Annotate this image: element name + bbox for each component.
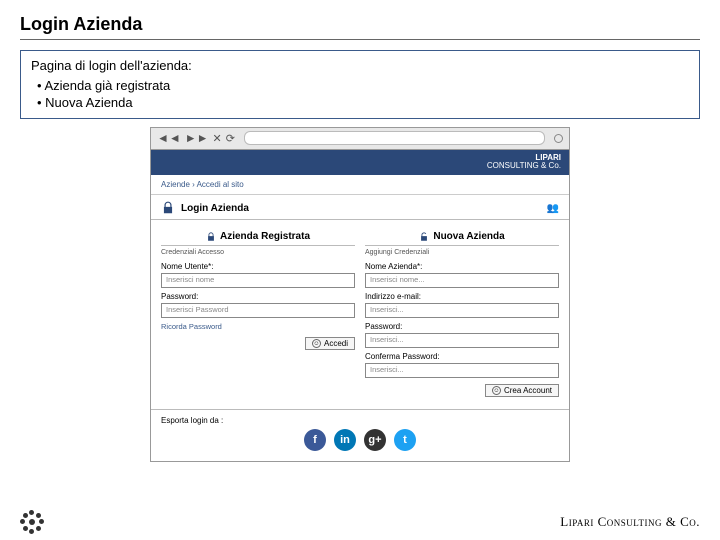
reload-icon[interactable]: ⟳ [226,132,235,145]
brand-tagline: CONSULTING & Co. [487,161,561,170]
password-input[interactable]: Inserisci Password [161,303,355,318]
login-title: Azienda Registrata [220,231,310,242]
new-password-label: Password: [365,322,559,331]
googleplus-icon[interactable]: g+ [364,429,386,451]
stop-icon[interactable]: ✕ [213,132,222,145]
create-account-button[interactable]: ☺Crea Account [485,384,559,397]
password-label: Password: [161,292,355,301]
social-label: Esporta login da : [161,416,559,425]
social-login-row: Esporta login da : f in g+ t [151,409,569,461]
users-icon: 👥 [547,203,559,214]
register-title: Nuova Azienda [433,231,504,242]
browser-mockup: ◄◄ ►► ✕ ⟳ LIPARI CONSULTING & Co. Aziend… [150,127,570,463]
footer-logo-icon [20,510,44,534]
description-item: Nuova Azienda [37,94,689,112]
footer-brand: Lipari Consulting & Co. [560,514,700,530]
new-password-input[interactable]: Inserisci... [365,333,559,348]
unlock-icon [419,232,429,242]
user-icon: ☺ [492,386,501,395]
register-subtitle: Aggiungi Credenziali [365,246,559,258]
username-input[interactable]: Inserisci nome [161,273,355,288]
user-icon: ☺ [312,339,321,348]
breadcrumb-root[interactable]: Aziende [161,180,190,189]
confirm-password-input[interactable]: Inserisci... [365,363,559,378]
register-form: Nuova Azienda Aggiungi Credenziali Nome … [365,228,559,397]
browser-status-icon [554,134,563,143]
section-header: Login Azienda 👥 [151,195,569,220]
company-name-label: Nome Azienda*: [365,262,559,271]
facebook-icon[interactable]: f [304,429,326,451]
login-subtitle: Credenziali Accesso [161,246,355,258]
browser-toolbar: ◄◄ ►► ✕ ⟳ [151,128,569,150]
slide-footer: Lipari Consulting & Co. [0,510,720,534]
twitter-icon[interactable]: t [394,429,416,451]
email-input[interactable]: Inserisci... [365,303,559,318]
login-form: Azienda Registrata Credenziali Accesso N… [161,228,355,397]
description-lead: Pagina di login dell'azienda: [31,57,689,75]
confirm-password-label: Conferma Password: [365,352,559,361]
url-bar[interactable] [244,131,545,145]
description-box: Pagina di login dell'azienda: Azienda gi… [20,50,700,119]
back-icon[interactable]: ◄◄ [157,131,181,145]
forgot-password-link[interactable]: Ricorda Password [161,322,355,331]
site-brand-bar: LIPARI CONSULTING & Co. [151,150,569,176]
breadcrumb-current: Accedi al sito [197,180,244,189]
email-label: Indirizzo e-mail: [365,292,559,301]
section-title: Login Azienda [181,203,249,214]
lock-icon [161,201,175,215]
forward-icon[interactable]: ►► [185,131,209,145]
username-label: Nome Utente*: [161,262,355,271]
description-item: Azienda già registrata [37,77,689,95]
lock-icon [206,232,216,242]
brand-name: LIPARI [535,153,561,162]
page-title: Login Azienda [20,14,700,40]
login-button[interactable]: ☺Accedi [305,337,355,350]
breadcrumb: Aziende › Accedi al sito [151,175,569,195]
company-name-input[interactable]: Inserisci nome... [365,273,559,288]
linkedin-icon[interactable]: in [334,429,356,451]
